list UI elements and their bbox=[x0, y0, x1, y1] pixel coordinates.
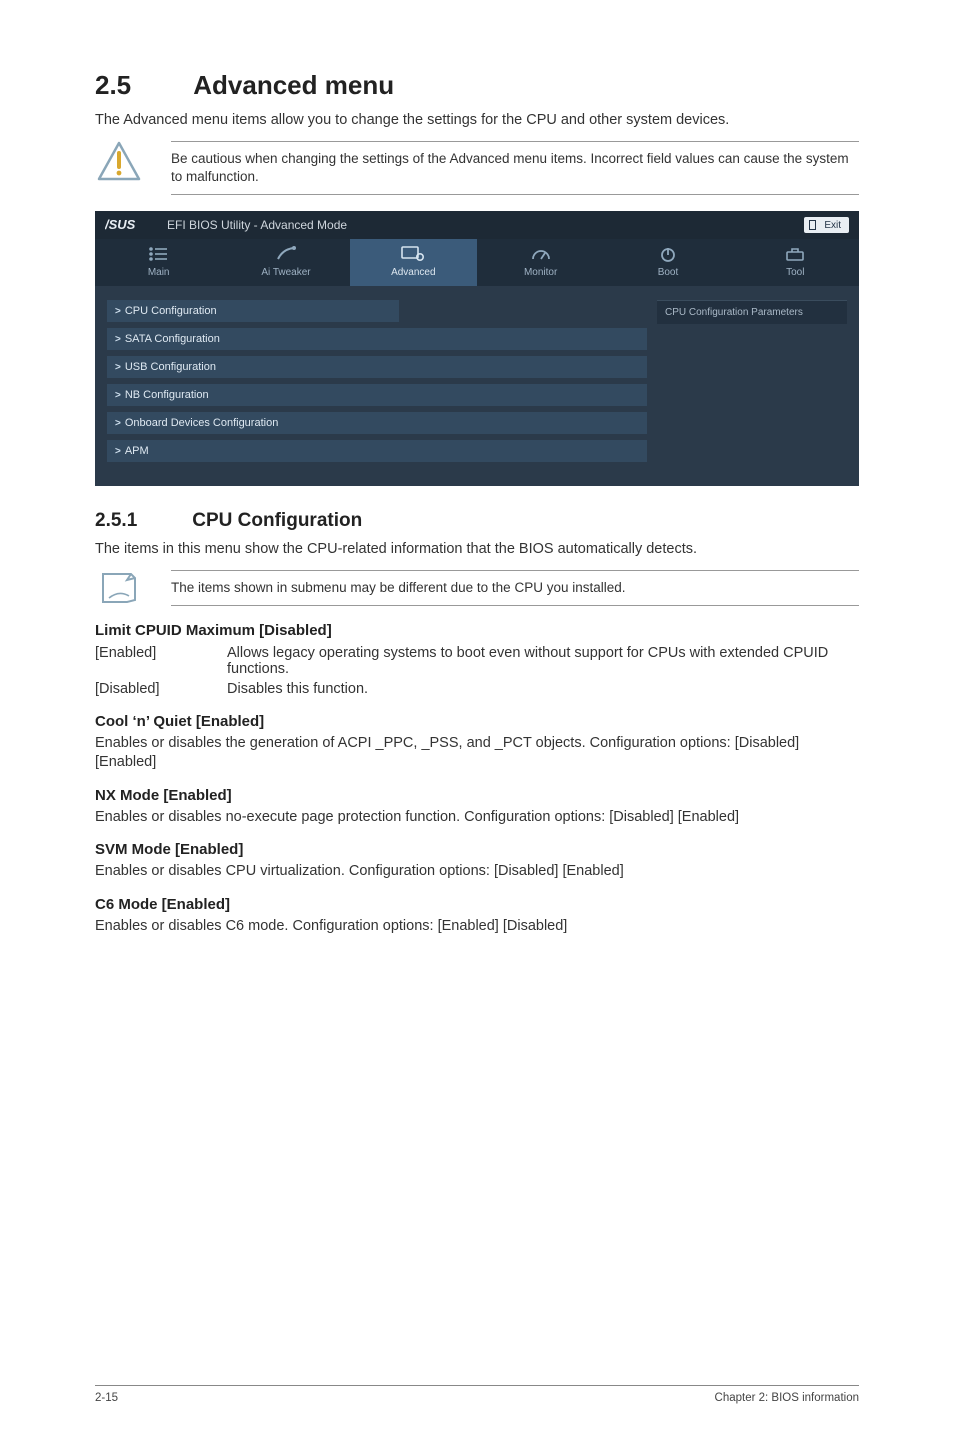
bios-tab-tool[interactable]: Tool bbox=[732, 239, 859, 286]
bios-tab-boot[interactable]: Boot bbox=[604, 239, 731, 286]
toolbox-icon bbox=[784, 245, 806, 263]
option-svm-mode-body: Enables or disables CPU virtualization. … bbox=[95, 862, 859, 882]
section-heading: 2.5 Advanced menu bbox=[95, 70, 859, 101]
chevron-right-icon: > bbox=[115, 334, 121, 345]
option-c6-mode-body: Enables or disables C6 mode. Configurati… bbox=[95, 917, 859, 937]
bios-titlebar: /SUS EFI BIOS Utility - Advanced Mode Ex… bbox=[95, 211, 859, 239]
chevron-right-icon: > bbox=[115, 306, 121, 317]
tab-label: Monitor bbox=[477, 267, 604, 278]
bios-item-cpu-configuration[interactable]: > CPU Configuration bbox=[107, 300, 399, 322]
section-number: 2.5 bbox=[95, 70, 187, 101]
subsection-number: 2.5.1 bbox=[95, 510, 187, 532]
chevron-right-icon: > bbox=[115, 446, 121, 457]
bios-item-label: CPU Configuration bbox=[125, 305, 217, 317]
chapter-label: Chapter 2: BIOS information bbox=[715, 1392, 859, 1404]
warning-icon bbox=[95, 141, 143, 181]
tweaker-icon bbox=[275, 245, 297, 263]
chevron-right-icon: > bbox=[115, 390, 121, 401]
note-callout: The items shown in submenu may be differ… bbox=[95, 570, 859, 606]
bios-item-label: USB Configuration bbox=[125, 361, 216, 373]
subsection-heading: 2.5.1 CPU Configuration bbox=[95, 510, 859, 532]
tab-label: Ai Tweaker bbox=[222, 267, 349, 278]
bios-item-label: NB Configuration bbox=[125, 389, 209, 401]
asus-logo-icon: /SUS bbox=[105, 218, 159, 232]
bios-exit-button[interactable]: Exit bbox=[804, 217, 849, 233]
option-value: Disables this function. bbox=[227, 679, 859, 699]
bios-tab-main[interactable]: Main bbox=[95, 239, 222, 286]
bios-item-onboard-devices-configuration[interactable]: > Onboard Devices Configuration bbox=[107, 412, 647, 434]
bios-exit-label: Exit bbox=[824, 220, 841, 231]
tab-label: Advanced bbox=[350, 267, 477, 278]
bios-help-box: CPU Configuration Parameters bbox=[657, 300, 847, 324]
table-row: [Disabled] Disables this function. bbox=[95, 679, 859, 699]
subsection-title-text: CPU Configuration bbox=[192, 510, 362, 531]
option-cool-n-quiet-body: Enables or disables the generation of AC… bbox=[95, 734, 859, 773]
note-icon bbox=[95, 570, 143, 606]
tab-label: Tool bbox=[732, 267, 859, 278]
bios-item-label: SATA Configuration bbox=[125, 333, 220, 345]
power-icon bbox=[657, 245, 679, 263]
note-text: The items shown in submenu may be differ… bbox=[171, 570, 859, 606]
tab-label: Main bbox=[95, 267, 222, 278]
bios-item-label: Onboard Devices Configuration bbox=[125, 417, 278, 429]
bios-title-text: EFI BIOS Utility - Advanced Mode bbox=[167, 218, 347, 232]
exit-door-icon bbox=[808, 219, 820, 231]
section-intro: The Advanced menu items allow you to cha… bbox=[95, 111, 859, 131]
option-nx-mode-title: NX Mode [Enabled] bbox=[95, 787, 859, 804]
bios-tab-row: Main Ai Tweaker Advanced Monitor bbox=[95, 239, 859, 286]
warning-callout: Be cautious when changing the settings o… bbox=[95, 141, 859, 195]
option-limit-cpuid-title: Limit CPUID Maximum [Disabled] bbox=[95, 622, 859, 639]
bios-right-pane: CPU Configuration Parameters bbox=[657, 300, 847, 468]
bios-item-apm[interactable]: > APM bbox=[107, 440, 647, 462]
option-c6-mode-title: C6 Mode [Enabled] bbox=[95, 896, 859, 913]
chevron-right-icon: > bbox=[115, 362, 121, 373]
svg-text:/SUS: /SUS bbox=[105, 218, 136, 232]
page-footer: 2-15 Chapter 2: BIOS information bbox=[95, 1385, 859, 1404]
option-key: [Enabled] bbox=[95, 643, 227, 679]
bios-screenshot: /SUS EFI BIOS Utility - Advanced Mode Ex… bbox=[95, 211, 859, 486]
chevron-right-icon: > bbox=[115, 418, 121, 429]
section-title-text: Advanced menu bbox=[193, 70, 394, 100]
bios-left-pane: > CPU Configuration > SATA Configuration… bbox=[107, 300, 657, 468]
page-number: 2-15 bbox=[95, 1392, 118, 1404]
monitor-gear-icon bbox=[401, 245, 425, 263]
bios-tab-advanced[interactable]: Advanced bbox=[350, 239, 477, 286]
gauge-icon bbox=[530, 245, 552, 263]
option-nx-mode-body: Enables or disables no-execute page prot… bbox=[95, 808, 859, 828]
option-key: [Disabled] bbox=[95, 679, 227, 699]
bios-item-nb-configuration[interactable]: > NB Configuration bbox=[107, 384, 647, 406]
bios-item-sata-configuration[interactable]: > SATA Configuration bbox=[107, 328, 647, 350]
bios-tab-ai-tweaker[interactable]: Ai Tweaker bbox=[222, 239, 349, 286]
subsection-intro: The items in this menu show the CPU-rela… bbox=[95, 540, 859, 560]
tab-label: Boot bbox=[604, 267, 731, 278]
bios-brand: /SUS EFI BIOS Utility - Advanced Mode bbox=[105, 218, 347, 232]
bios-tab-monitor[interactable]: Monitor bbox=[477, 239, 604, 286]
option-value: Allows legacy operating systems to boot … bbox=[227, 643, 859, 679]
bios-item-usb-configuration[interactable]: > USB Configuration bbox=[107, 356, 647, 378]
bios-item-label: APM bbox=[125, 445, 149, 457]
option-svm-mode-title: SVM Mode [Enabled] bbox=[95, 841, 859, 858]
bios-body: > CPU Configuration > SATA Configuration… bbox=[95, 286, 859, 486]
list-icon bbox=[148, 245, 170, 263]
warning-text: Be cautious when changing the settings o… bbox=[171, 141, 859, 195]
table-row: [Enabled] Allows legacy operating system… bbox=[95, 643, 859, 679]
option-limit-cpuid-table: [Enabled] Allows legacy operating system… bbox=[95, 643, 859, 699]
option-cool-n-quiet-title: Cool ‘n’ Quiet [Enabled] bbox=[95, 713, 859, 730]
